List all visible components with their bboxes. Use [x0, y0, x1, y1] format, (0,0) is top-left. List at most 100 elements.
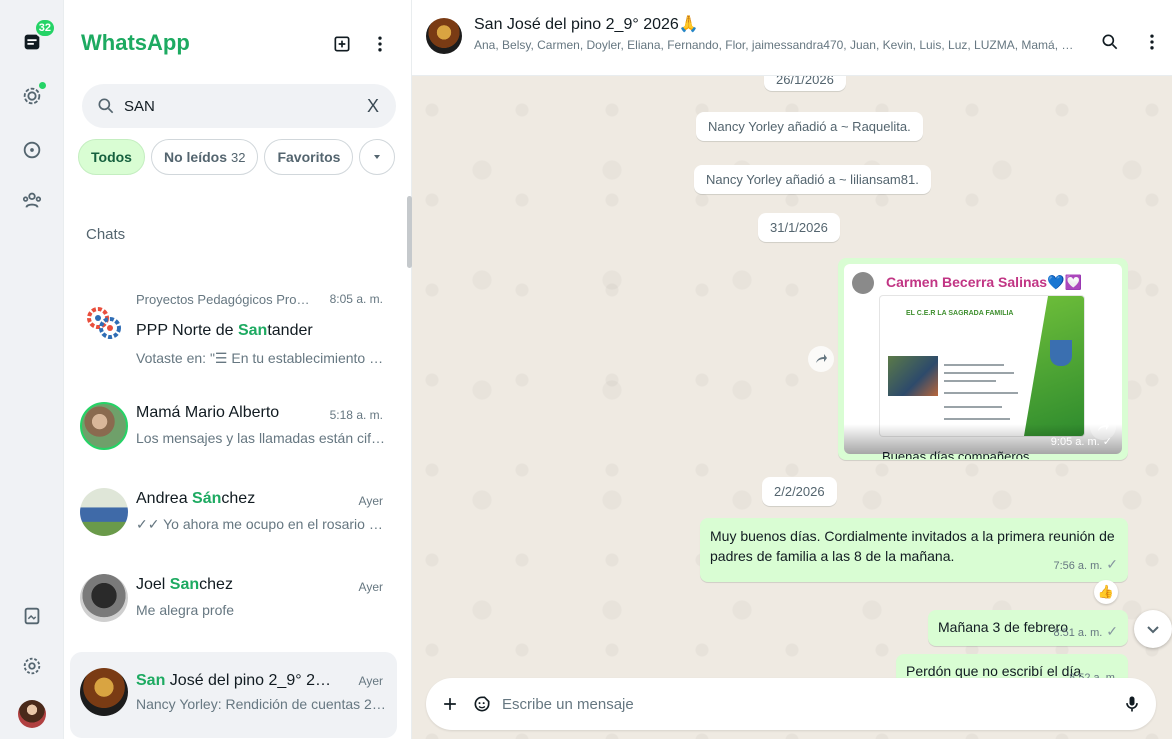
unread-badge: 32 [33, 18, 56, 38]
group-members: Ana, Belsy, Carmen, Doyler, Eliana, Fern… [474, 38, 1074, 52]
conversation-pane: San José del pino 2_9° 2026🙏 Ana, Belsy,… [412, 0, 1172, 739]
chat-title-part: José del pino 2_9° 2026🙏 [169, 672, 336, 689]
status-nav-button[interactable] [16, 80, 48, 112]
reaction-badge[interactable]: 👍 [1094, 580, 1118, 604]
search-icon [98, 98, 114, 114]
filter-all[interactable]: Todos [78, 139, 145, 175]
chat-title-part: tander [267, 322, 313, 339]
invitation-title: EL C.E.R LA SAGRADA FAMILIA [906, 310, 1014, 317]
chevron-down-icon [1147, 626, 1159, 634]
menu-button[interactable] [368, 32, 392, 56]
chat-avatar [80, 488, 128, 536]
invitation-text-line [944, 380, 996, 382]
chats-nav-button[interactable]: 32 [16, 18, 56, 58]
invitation-text-line [944, 364, 1004, 366]
invitation-text-line [944, 418, 1010, 420]
microphone-icon [1126, 696, 1138, 712]
chat-item[interactable]: Andrea Sánchez Ayer ✓✓ Yo ahora me ocupo… [70, 472, 397, 558]
message-time-text: 9:05 a. m. [1050, 436, 1100, 448]
chat-title: Mamá Mario Alberto [136, 404, 336, 422]
chat-item-selected[interactable]: San José del pino 2_9° 2026🙏 Ayer Nancy … [70, 652, 397, 738]
new-chat-icon [334, 36, 350, 52]
clear-search-button[interactable]: X [362, 95, 384, 117]
message-input[interactable] [502, 694, 1082, 714]
media-nav-button[interactable] [16, 600, 48, 632]
chat-avatar [80, 668, 128, 716]
outgoing-message[interactable]: Muy buenos días. Cordialmente invitados … [700, 518, 1128, 582]
filter-chips: Todos No leídos 32 Favoritos [78, 138, 396, 176]
group-name: San José del pino 2_9° 2026🙏 [474, 16, 699, 33]
date-separator: 2/2/2026 [762, 477, 837, 506]
sticker-icon [474, 696, 490, 712]
chat-title-part: Mamá Mario Alberto [136, 404, 280, 421]
search-highlight: San [136, 672, 166, 689]
new-chat-button[interactable] [330, 32, 354, 56]
status-dot [39, 82, 46, 89]
chat-avatar [80, 402, 128, 450]
chat-avatar [80, 298, 128, 346]
message-time: 8:51 a. m. [1053, 627, 1103, 639]
chat-item[interactable]: Proyectos Pedagógicos Productivo... PPP … [70, 282, 397, 368]
chat-community-name: Proyectos Pedagógicos Productivo... [136, 292, 316, 307]
profile-avatar[interactable] [18, 700, 46, 728]
attach-button[interactable] [438, 692, 462, 716]
channels-icon [23, 141, 41, 159]
date-separator: 31/1/2026 [758, 213, 840, 242]
chat-preview: ✓✓ Yo ahora me ocupo en el rosario en lí… [136, 516, 386, 532]
chevron-down-icon [374, 155, 381, 159]
system-message: Nancy Yorley añadió a ~ Raquelita. [696, 112, 923, 141]
invitation-decoration [1024, 296, 1084, 436]
sender-avatar [852, 272, 874, 294]
outgoing-message[interactable]: Mañana 3 de febrero 8:51 a. m. ✓ [928, 610, 1128, 646]
chat-title-part: Joel [136, 576, 170, 593]
search-icon [1102, 34, 1118, 50]
filter-label: Todos [91, 149, 132, 165]
filter-more-button[interactable] [359, 139, 396, 175]
chat-preview: Nancy Yorley: Rendición de cuentas 2025 [136, 696, 386, 712]
search-highlight: Sán [192, 490, 222, 507]
panel-header: WhatsApp [64, 0, 412, 84]
kebab-menu-icon [1150, 34, 1154, 50]
forward-button[interactable] [808, 346, 834, 372]
filter-unread[interactable]: No leídos 32 [150, 139, 259, 175]
image-caption: Buenas días compañeros [882, 449, 1030, 459]
image-message[interactable]: Carmen Becerra Salinas💙💟 EL C.E.R LA SAG… [838, 258, 1128, 460]
search-input[interactable] [124, 96, 344, 116]
chat-preview: Me alegra profe [136, 602, 235, 618]
filter-count: 32 [230, 149, 246, 165]
chat-title-part: chez [199, 576, 233, 593]
settings-nav-button[interactable] [16, 650, 48, 682]
chat-item[interactable]: Joel Sanchez Ayer Me alegra profe [70, 558, 397, 644]
scroll-to-bottom-button[interactable] [1134, 610, 1172, 648]
message-meta: 8:51 a. m. ✓ [1053, 623, 1118, 640]
sticker-button[interactable] [470, 692, 494, 716]
chat-title: Joel Sanchez [136, 576, 336, 594]
chat-list-panel: WhatsApp X Todos No leídos32 Favoritos C… [64, 0, 412, 739]
sent-check-icon: ✓ [1106, 556, 1118, 572]
conversation-header[interactable]: San José del pino 2_9° 2026🙏 Ana, Belsy,… [412, 0, 1172, 76]
message-meta: 7:56 a. m. ✓ [1053, 554, 1118, 576]
chat-time: 5:18 a. m. [329, 408, 383, 422]
invitation-text-line [944, 372, 1014, 374]
chat-title-part: chez [221, 490, 256, 507]
ppp-logo-icon [87, 307, 121, 339]
chat-item[interactable]: Mamá Mario Alberto 5:18 a. m. Los mensaj… [70, 386, 397, 472]
search-messages-button[interactable] [1098, 30, 1122, 54]
image-message-content: Carmen Becerra Salinas💙💟 EL C.E.R LA SAG… [844, 264, 1122, 454]
communities-icon [22, 192, 42, 208]
group-avatar[interactable] [426, 18, 462, 54]
conversation-menu-button[interactable] [1140, 30, 1164, 54]
chat-title: PPP Norte de Santander [136, 322, 336, 340]
filter-label: Favoritos [277, 149, 341, 165]
filter-favorites[interactable]: Favoritos [264, 139, 354, 175]
invitation-image[interactable]: EL C.E.R LA SAGRADA FAMILIA [880, 296, 1084, 436]
channels-nav-button[interactable] [16, 134, 48, 166]
forward-icon [816, 354, 827, 363]
message-time: 7:56 a. m. [1053, 560, 1103, 572]
communities-nav-button[interactable] [16, 184, 48, 216]
search-highlight: San [237, 322, 268, 339]
settings-icon [23, 657, 41, 675]
chat-time: Ayer [358, 674, 383, 688]
voice-message-button[interactable] [1120, 692, 1144, 716]
search-bar: X [82, 84, 396, 128]
